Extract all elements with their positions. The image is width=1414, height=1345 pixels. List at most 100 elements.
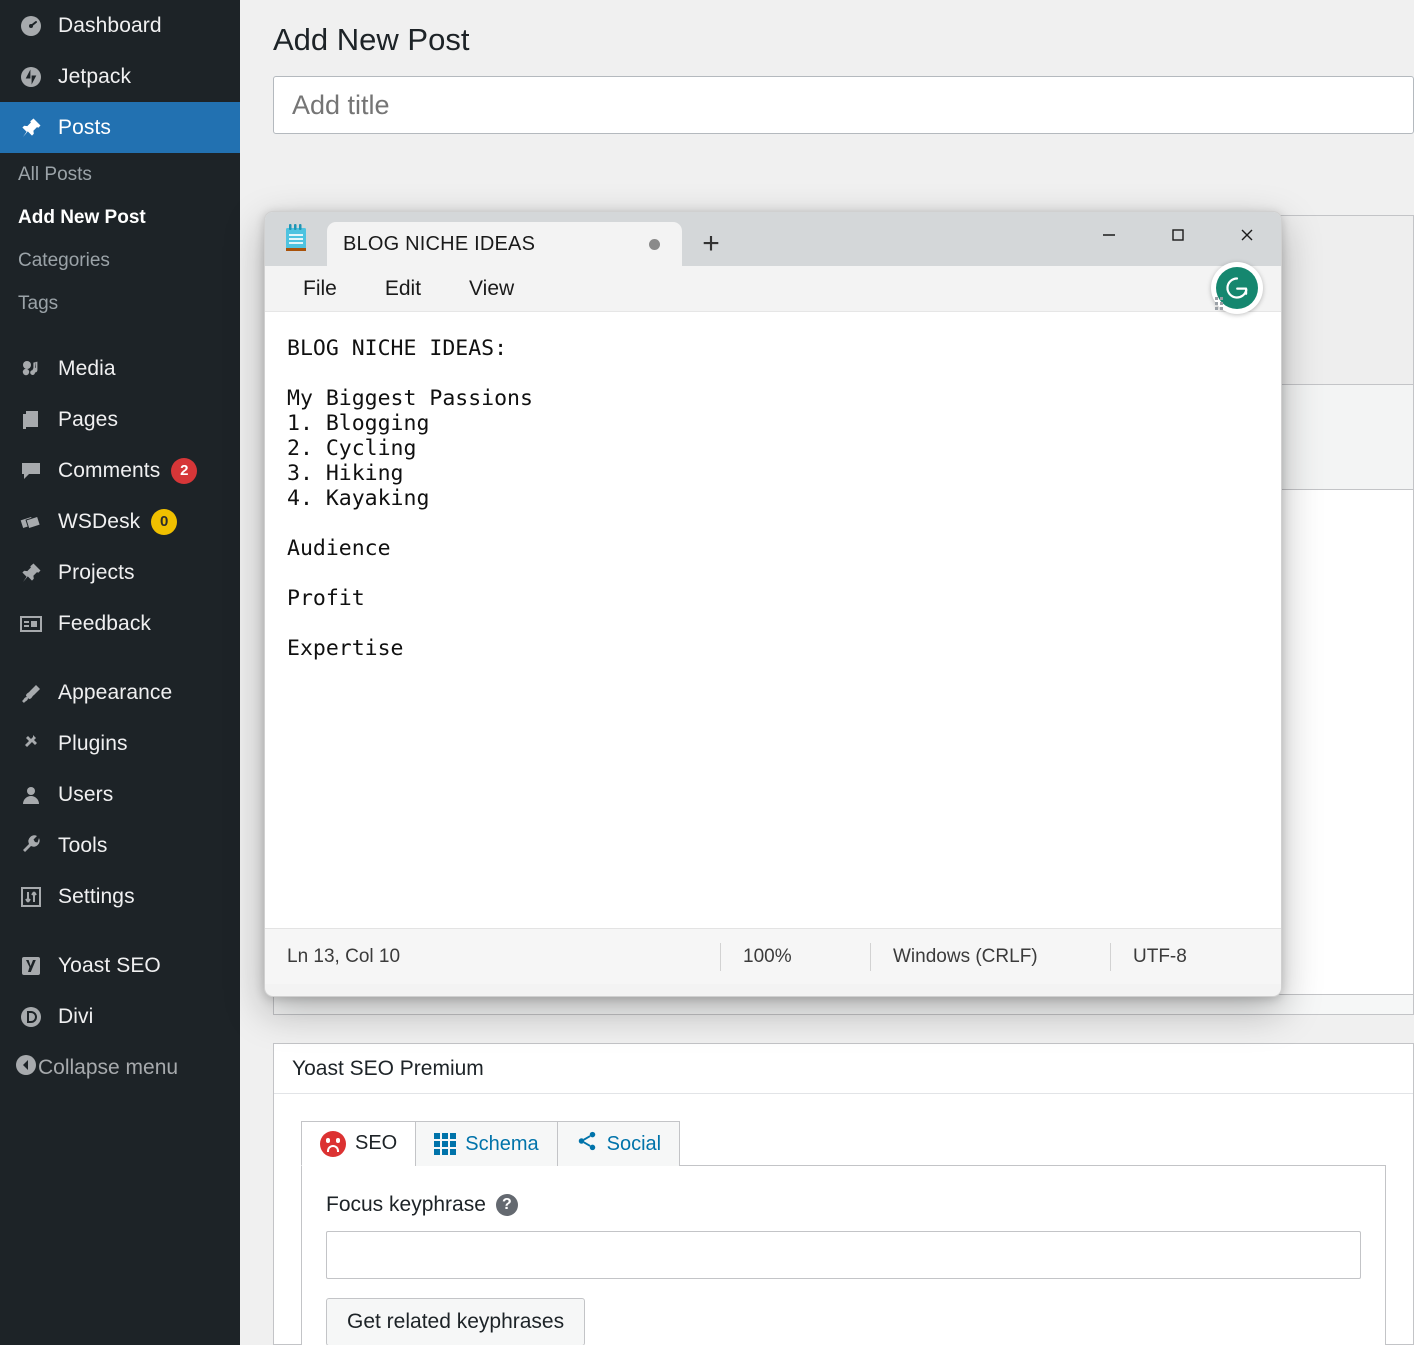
sidebar-item-label: Feedback bbox=[58, 611, 152, 635]
menu-edit[interactable]: Edit bbox=[369, 273, 437, 305]
yoast-metabox-heading: Yoast SEO Premium bbox=[274, 1044, 1413, 1094]
feedback-icon bbox=[14, 607, 48, 641]
sidebar-item-label: Jetpack bbox=[58, 64, 132, 88]
sidebar-separator bbox=[0, 922, 240, 940]
zoom-level-status[interactable]: 100% bbox=[720, 942, 870, 971]
sidebar-item-media[interactable]: Media bbox=[0, 343, 240, 394]
sidebar-item-label: Users bbox=[58, 782, 114, 806]
sidebar-item-label: Dashboard bbox=[58, 13, 162, 37]
unsaved-changes-dot-icon bbox=[649, 238, 660, 250]
sidebar-item-label: Pages bbox=[58, 407, 119, 431]
new-tab-button[interactable]: + bbox=[682, 222, 740, 266]
comment-icon bbox=[14, 454, 48, 488]
sidebar-subitem-label: All Posts bbox=[18, 163, 92, 185]
sidebar-item-label: Projects bbox=[58, 560, 135, 584]
notepad-titlebar[interactable]: BLOG NICHE IDEAS + bbox=[265, 212, 1281, 266]
drag-handle-icon[interactable] bbox=[1215, 297, 1223, 310]
sidebar-item-label: WSDesk bbox=[58, 509, 141, 533]
sidebar-item-jetpack[interactable]: Jetpack bbox=[0, 51, 240, 102]
brush-icon bbox=[14, 676, 48, 710]
sidebar-item-dashboard[interactable]: Dashboard bbox=[0, 0, 240, 51]
tab-seo[interactable]: SEO bbox=[301, 1121, 417, 1166]
collapse-menu-label: Collapse menu bbox=[38, 1055, 179, 1079]
tab-schema[interactable]: Schema bbox=[415, 1121, 558, 1166]
collapse-menu-button[interactable]: Collapse menu bbox=[0, 1042, 240, 1093]
sidebar-item-yoast-seo[interactable]: Yoast SEO bbox=[0, 940, 240, 991]
focus-keyphrase-input[interactable] bbox=[326, 1231, 1361, 1279]
sidebar-item-label: Yoast SEO bbox=[58, 953, 161, 977]
admin-sidebar: Dashboard Jetpack Posts All Posts Add Ne… bbox=[0, 0, 252, 1345]
sidebar-subitem-categories[interactable]: Categories bbox=[0, 239, 240, 282]
comments-count-badge: 2 bbox=[171, 457, 198, 484]
sidebar-item-label: Posts bbox=[58, 115, 112, 139]
pages-icon bbox=[14, 403, 48, 437]
tab-seo-label: SEO bbox=[355, 1132, 398, 1154]
sidebar-item-label: Appearance bbox=[58, 680, 173, 704]
sidebar-item-label: Divi bbox=[58, 1004, 94, 1028]
sidebar-item-pages[interactable]: Pages bbox=[0, 394, 240, 445]
sidebar-item-tools[interactable]: Tools bbox=[0, 820, 240, 871]
sidebar-item-wsdesk[interactable]: WSDesk 0 bbox=[0, 496, 240, 547]
jetpack-icon bbox=[14, 60, 48, 94]
focus-keyphrase-label-row: Focus keyphrase ? bbox=[326, 1193, 1361, 1217]
focus-keyphrase-label: Focus keyphrase bbox=[326, 1193, 486, 1216]
share-icon bbox=[576, 1130, 598, 1158]
sidebar-item-settings[interactable]: Settings bbox=[0, 871, 240, 922]
maximize-icon[interactable] bbox=[1143, 212, 1212, 258]
tab-schema-label: Schema bbox=[465, 1132, 539, 1155]
sidebar-item-label: Media bbox=[58, 356, 116, 380]
help-icon[interactable]: ? bbox=[495, 1194, 518, 1216]
notepad-text-area[interactable]: BLOG NICHE IDEAS: My Biggest Passions 1.… bbox=[265, 312, 1281, 928]
sidebar-subitem-label: Tags bbox=[18, 292, 59, 314]
media-icon bbox=[14, 352, 48, 386]
cursor-position-status: Ln 13, Col 10 bbox=[287, 945, 401, 967]
sidebar-subitem-tags[interactable]: Tags bbox=[0, 282, 240, 325]
sidebar-item-projects[interactable]: Projects bbox=[0, 547, 240, 598]
sidebar-item-appearance[interactable]: Appearance bbox=[0, 667, 240, 718]
sidebar-item-users[interactable]: Users bbox=[0, 769, 240, 820]
ticket-icon bbox=[14, 505, 48, 539]
menu-file[interactable]: File bbox=[287, 273, 353, 305]
sidebar-item-divi[interactable]: Divi bbox=[0, 991, 240, 1042]
sidebar-subitem-all-posts[interactable]: All Posts bbox=[0, 153, 240, 196]
page-title: Add New Post bbox=[273, 22, 470, 57]
divi-icon bbox=[14, 1000, 48, 1034]
notepad-menubar: File Edit View bbox=[265, 262, 1281, 314]
grammarly-button[interactable] bbox=[1211, 262, 1263, 314]
notepad-tab[interactable]: BLOG NICHE IDEAS bbox=[327, 222, 682, 266]
sidebar-separator bbox=[0, 649, 240, 667]
sidebar-item-label: Comments bbox=[58, 458, 161, 482]
yoast-metabox-body: SEO Schema Social Focus keyphrase ? Get … bbox=[274, 1094, 1413, 1345]
yoast-seo-panel: Focus keyphrase ? Get related keyphrases bbox=[301, 1165, 1386, 1345]
yoast-icon bbox=[14, 949, 48, 983]
sidebar-item-label: Tools bbox=[58, 833, 108, 857]
sidebar-item-comments[interactable]: Comments 2 bbox=[0, 445, 240, 496]
sidebar-subitem-add-new-post[interactable]: Add New Post bbox=[0, 196, 240, 239]
yoast-seo-metabox: Yoast SEO Premium SEO Schema Social Focu… bbox=[273, 1043, 1414, 1345]
tab-social[interactable]: Social bbox=[556, 1121, 681, 1166]
schema-grid-icon bbox=[434, 1133, 457, 1155]
line-ending-status[interactable]: Windows (CRLF) bbox=[870, 942, 1110, 971]
yoast-tablist: SEO Schema Social bbox=[301, 1121, 1413, 1166]
pin-icon bbox=[14, 111, 48, 145]
frowning-face-icon bbox=[320, 1130, 346, 1157]
menu-view[interactable]: View bbox=[453, 273, 530, 305]
chevron-left-circle-icon bbox=[14, 1053, 38, 1083]
minimize-icon[interactable] bbox=[1074, 212, 1143, 258]
notepad-app-icon bbox=[265, 212, 327, 266]
post-title-input[interactable]: Add title bbox=[273, 76, 1414, 134]
get-related-keyphrases-button[interactable]: Get related keyphrases bbox=[326, 1298, 586, 1345]
sidebar-subitem-label: Categories bbox=[18, 249, 110, 271]
sidebar-item-label: Plugins bbox=[58, 731, 128, 755]
sidebar-item-feedback[interactable]: Feedback bbox=[0, 598, 240, 649]
close-icon[interactable] bbox=[1212, 212, 1281, 258]
sidebar-item-posts[interactable]: Posts bbox=[0, 102, 252, 153]
encoding-status[interactable]: UTF-8 bbox=[1110, 942, 1209, 971]
settings-icon bbox=[14, 880, 48, 914]
sidebar-item-label: Settings bbox=[58, 884, 135, 908]
screen: Dashboard Jetpack Posts All Posts Add Ne… bbox=[0, 0, 1414, 1345]
wrench-icon bbox=[14, 829, 48, 863]
sidebar-item-plugins[interactable]: Plugins bbox=[0, 718, 240, 769]
editor-footer-bar bbox=[273, 995, 1414, 1015]
notepad-status-bar: Ln 13, Col 10 100% Windows (CRLF) UTF-8 bbox=[265, 928, 1281, 984]
